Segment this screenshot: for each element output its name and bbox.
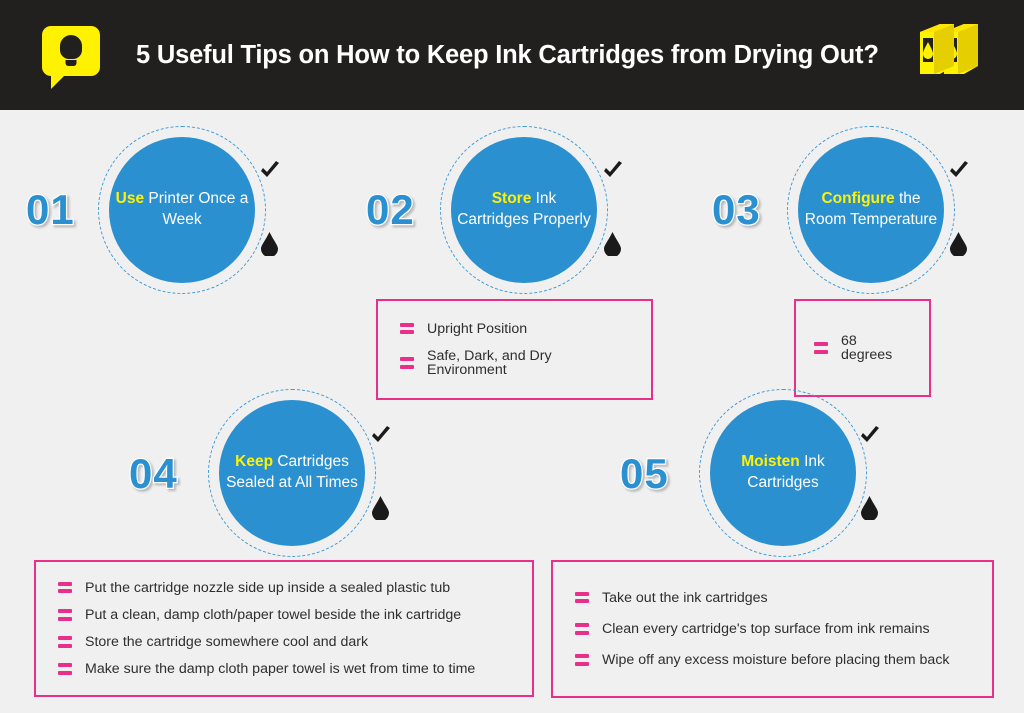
lightbulb-speech-bubble-icon [42,26,100,89]
list-item-label: Wipe off any excess moisture before plac… [602,651,950,668]
ink-drop-icon [372,496,389,522]
step-number-02: 02 [365,185,415,235]
detail-list-05: Take out the ink cartridges Clean every … [575,582,970,676]
ink-cartridges-svg [920,24,978,74]
checkmark-icon [859,425,881,447]
list-item: Put a clean, damp cloth/paper towel besi… [58,601,510,628]
list-item: Make sure the damp cloth paper towel is … [58,656,510,683]
step-circle-01: Use Printer Once a Week [98,126,266,294]
step-circle-text-02: Store Ink Cartridges Properly [451,137,597,283]
page-title: 5 Useful Tips on How to Keep Ink Cartrid… [136,40,879,69]
checkmark-svg [372,426,390,442]
detail-box-04: Put the cartridge nozzle side up inside … [34,560,534,697]
checkmark-svg [950,161,968,177]
step-circle-text-04: Keep Cartridges Sealed at All Times [219,400,365,546]
list-item: Upright Position [400,315,629,342]
ink-drop-icon [950,232,967,258]
list-item-label: Safe, Dark, and Dry Environment [427,347,552,378]
ink-drop-icon [604,232,621,258]
ink-drop-icon [261,232,278,258]
list-item-label: Upright Position [427,320,528,337]
ink-cartridges-icon [912,22,986,84]
list-item-label: Store the cartridge somewhere cool and d… [85,633,369,650]
step-keyword-02: Store [491,190,532,208]
ink-drop-svg [861,496,878,522]
equals-bullet-icon [575,591,589,604]
step-circle-04: Keep Cartridges Sealed at All Times [208,389,376,557]
step-circle-05: Moisten Ink Cartridges [699,389,867,557]
list-item: Safe, Dark, and Dry Environment [400,342,629,383]
equals-bullet-icon [575,654,589,666]
list-item-label: Put a clean, damp cloth/paper towel besi… [85,606,462,623]
ink-drop-svg [604,232,621,258]
list-item: Store the cartridge somewhere cool and d… [58,628,510,655]
step-circle-text-05: Moisten Ink Cartridges [710,400,856,546]
checkmark-icon [259,160,281,182]
step-text-01: Printer Once a Week [144,190,249,228]
ink-drop-svg [372,496,389,522]
step-circle-text-01: Use Printer Once a Week [109,137,255,283]
list-item-label: Clean every cartridge's top surface from… [602,620,930,637]
equals-bullet-icon [814,342,828,354]
equals-bullet-icon [575,623,589,635]
checkmark-icon [602,160,624,182]
lightbulb-glyph [60,35,82,59]
detail-list-03: 68 degrees [814,315,911,381]
step-number-05: 05 [619,449,669,499]
detail-list-04: Put the cartridge nozzle side up inside … [58,574,510,683]
detail-box-03: 68 degrees [794,299,931,398]
ink-drop-svg [261,232,278,258]
list-item: Take out the ink cartridges [575,582,970,613]
checkmark-svg [861,426,879,442]
step-circle-02: Store Ink Cartridges Properly [440,126,608,294]
list-item-label: Make sure the damp cloth paper towel is … [85,661,476,678]
detail-box-02: Upright Position Safe, Dark, and Dry Env… [376,299,653,400]
step-number-03: 03 [711,185,761,235]
ink-drop-svg [950,232,967,258]
list-item: 68 degrees [814,315,911,381]
list-item: Put the cartridge nozzle side up inside … [58,574,510,601]
step-keyword-04: Keep [235,453,274,471]
step-keyword-01: Use [115,190,145,208]
list-item-label: Put the cartridge nozzle side up inside … [85,579,451,596]
checkmark-svg [604,161,622,177]
equals-bullet-icon [58,581,72,594]
checkmark-icon [370,425,392,447]
detail-list-02: Upright Position Safe, Dark, and Dry Env… [400,315,629,384]
list-item: Wipe off any excess moisture before plac… [575,644,970,675]
step-number-04: 04 [128,449,178,499]
equals-bullet-icon [400,322,414,335]
detail-box-05: Take out the ink cartridges Clean every … [551,560,994,698]
equals-bullet-icon [58,609,72,621]
ink-drop-icon [861,496,878,522]
list-item-label: Take out the ink cartridges [602,589,768,606]
step-circle-text-03: Configure the Room Temperature [798,137,944,283]
step-keyword-03: Configure [821,190,895,208]
page-header: 5 Useful Tips on How to Keep Ink Cartrid… [0,0,1024,110]
equals-bullet-icon [400,357,414,369]
equals-bullet-icon [58,636,72,648]
equals-bullet-icon [58,663,72,675]
list-item: Clean every cartridge's top surface from… [575,613,970,644]
step-keyword-05: Moisten [741,453,800,471]
step-number-01: 01 [25,185,75,235]
checkmark-icon [948,160,970,182]
checkmark-svg [261,161,279,177]
list-item-label: 68 degrees [841,333,893,364]
step-circle-03: Configure the Room Temperature [787,126,955,294]
